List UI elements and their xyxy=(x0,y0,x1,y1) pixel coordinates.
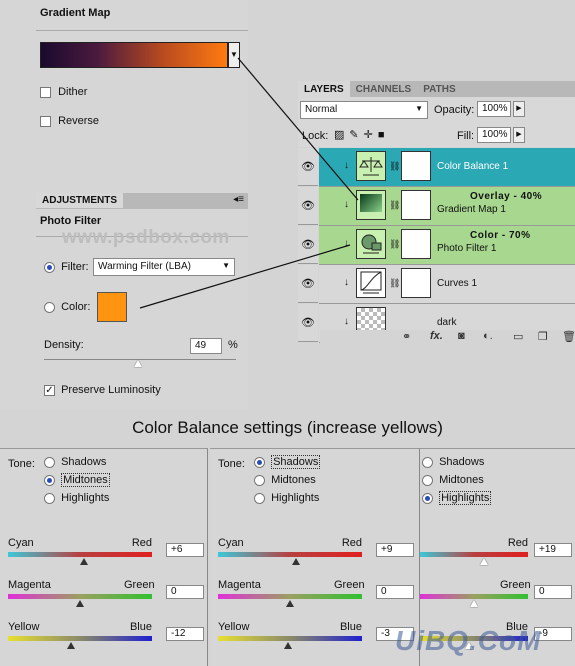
color-slider-thumb[interactable] xyxy=(292,558,301,565)
tone-radio[interactable] xyxy=(254,456,265,468)
tone-radio[interactable] xyxy=(422,492,433,504)
color-slider-thumb[interactable] xyxy=(283,642,292,649)
slider-value-input[interactable]: 0 xyxy=(166,585,204,599)
slider-left-label: Cyan xyxy=(218,537,244,549)
slider-right-label: Red xyxy=(341,537,362,549)
tone-option[interactable]: Midtones xyxy=(44,473,110,487)
tone-option[interactable]: Midtones xyxy=(254,474,316,486)
slider-value-input[interactable]: +9 xyxy=(376,543,414,557)
tone-option[interactable]: Highlights xyxy=(254,492,319,504)
tone-option-label: Highlights xyxy=(61,492,110,504)
tone-option[interactable]: Highlights xyxy=(422,491,492,505)
color-slider-track[interactable] xyxy=(218,552,362,557)
tone-option-label: Midtones xyxy=(439,474,484,486)
slider-right-label: Green xyxy=(124,579,155,591)
color-slider-thumb[interactable] xyxy=(480,558,489,565)
tone-option[interactable]: Shadows xyxy=(422,456,484,468)
tone-option[interactable]: Shadows xyxy=(44,456,106,468)
slider-value-input[interactable]: 0 xyxy=(376,585,414,599)
color-slider-thumb[interactable] xyxy=(76,600,84,607)
color-slider-track[interactable] xyxy=(8,552,152,557)
slider-left-label: Magenta xyxy=(8,579,51,591)
tone-option-label: Shadows xyxy=(61,456,107,468)
tone-radio[interactable] xyxy=(422,456,433,468)
tone-option-label: Midtones xyxy=(61,473,110,487)
color-slider-thumb[interactable] xyxy=(470,600,478,607)
tone-label: Tone: xyxy=(8,458,35,470)
slider-right-label: Red xyxy=(131,537,152,549)
tone-radio[interactable] xyxy=(44,474,55,486)
tone-option-label: Shadows xyxy=(439,456,485,468)
color-slider-track[interactable] xyxy=(420,594,528,599)
slider-value-input[interactable]: 0 xyxy=(534,585,572,599)
color-balance-panel: Tone: Shadows Midtones Highlights Cyan Re… xyxy=(210,448,420,666)
tone-option-label: Highlights xyxy=(439,491,492,505)
slider-right-label: Red xyxy=(507,537,528,549)
tone-radio[interactable] xyxy=(254,474,265,486)
slider-right-label: Green xyxy=(500,579,531,591)
gradient-connector-line xyxy=(237,57,359,201)
slider-value-input[interactable]: +19 xyxy=(534,543,572,557)
caption: Color Balance settings (increase yellows… xyxy=(132,418,443,437)
slider-right-label: Green xyxy=(334,579,365,591)
slider-right-label: Blue xyxy=(339,621,362,633)
color-slider-track[interactable] xyxy=(420,552,528,557)
color-slider-track[interactable] xyxy=(8,594,152,599)
color-slider-thumb[interactable] xyxy=(286,600,294,607)
tone-radio[interactable] xyxy=(44,492,55,504)
color-slider-track[interactable] xyxy=(218,594,362,599)
watermark-logo: UiBQ.CoM xyxy=(395,625,542,656)
slider-value-input[interactable]: +6 xyxy=(166,543,204,557)
tone-option-label: Highlights xyxy=(271,492,320,504)
slider-left-label: Magenta xyxy=(218,579,261,591)
slider-value-input[interactable]: -12 xyxy=(166,627,204,641)
slider-left-label: Cyan xyxy=(8,537,34,549)
tone-radio[interactable] xyxy=(254,492,265,504)
tone-option-label: Midtones xyxy=(271,474,316,486)
tone-option-label: Shadows xyxy=(271,455,321,469)
color-slider-thumb[interactable] xyxy=(80,558,89,565)
color-slider-track[interactable] xyxy=(8,636,152,641)
color-balance-panel: Tone: Shadows Midtones Highlights Cyan Re… xyxy=(0,448,208,666)
color-slider-track[interactable] xyxy=(218,636,362,641)
slider-left-label: Yellow xyxy=(218,621,250,633)
tone-option[interactable]: Highlights xyxy=(44,492,109,504)
tone-label: Tone: xyxy=(218,458,245,470)
tone-option[interactable]: Midtones xyxy=(422,474,484,486)
tone-radio[interactable] xyxy=(422,474,433,486)
tone-option[interactable]: Shadows xyxy=(254,455,321,469)
slider-right-label: Blue xyxy=(129,621,152,633)
photo-filter-connector-line xyxy=(139,244,351,309)
tone-radio[interactable] xyxy=(44,456,55,468)
color-slider-thumb[interactable] xyxy=(67,642,76,649)
slider-left-label: Yellow xyxy=(8,621,40,633)
